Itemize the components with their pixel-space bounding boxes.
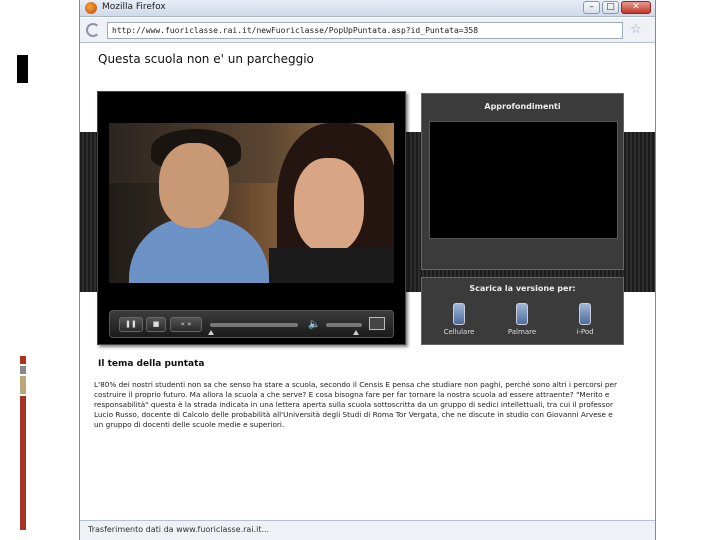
seek-bar[interactable] bbox=[210, 323, 298, 327]
maximize-button[interactable]: □ bbox=[602, 1, 619, 14]
approfondimenti-screen bbox=[429, 121, 618, 239]
download-ipod-button[interactable]: i-Pod bbox=[560, 303, 610, 336]
slide-accent-square bbox=[20, 356, 26, 364]
device-label: i-Pod bbox=[576, 328, 594, 336]
video-figure bbox=[159, 143, 229, 228]
navigation-bar: http://www.fuoriclasse.rai.it/newFuoricl… bbox=[80, 18, 655, 43]
player-controls: ❚❚ ■ « » 🔈 bbox=[109, 310, 394, 338]
video-figure bbox=[269, 248, 394, 283]
url-field[interactable]: http://www.fuoriclasse.rai.it/newFuoricl… bbox=[107, 22, 623, 39]
window-title: Mozilla Firefox bbox=[102, 2, 166, 12]
page-content: Questa scuola non e' un parcheggio ❚❚ ■ … bbox=[80, 44, 655, 520]
minimize-button[interactable]: – bbox=[583, 1, 600, 14]
browser-window: Mozilla Firefox – □ ✕ http://www.fuoricl… bbox=[79, 0, 656, 540]
slide-accent-bar bbox=[20, 396, 26, 530]
cellphone-icon bbox=[453, 303, 465, 325]
video-player: ❚❚ ■ « » 🔈 bbox=[97, 91, 406, 345]
slide-accent-square bbox=[20, 376, 26, 394]
device-label: Cellulare bbox=[443, 328, 475, 336]
title-bar: Mozilla Firefox – □ ✕ bbox=[80, 0, 655, 17]
download-palmare-button[interactable]: Palmare bbox=[497, 303, 547, 336]
close-button[interactable]: ✕ bbox=[621, 1, 651, 14]
seek-handle[interactable] bbox=[208, 330, 214, 335]
status-bar: Trasferimento dati da www.fuoriclasse.ra… bbox=[80, 520, 655, 540]
reload-icon[interactable] bbox=[86, 23, 100, 37]
fullscreen-icon[interactable] bbox=[369, 317, 385, 330]
pda-icon bbox=[516, 303, 528, 325]
bookmark-star-icon[interactable]: ☆ bbox=[630, 22, 642, 37]
volume-handle[interactable] bbox=[353, 330, 359, 335]
episode-description: L'80% dei nostri studenti non sa che sen… bbox=[94, 380, 618, 429]
approfondimenti-panel: Approfondimenti bbox=[421, 93, 624, 270]
pause-button[interactable]: ❚❚ bbox=[119, 317, 143, 332]
skip-button[interactable]: « » bbox=[170, 317, 202, 332]
video-frame[interactable] bbox=[109, 123, 394, 283]
stop-button[interactable]: ■ bbox=[146, 317, 166, 332]
download-title: Scarica la versione per: bbox=[469, 284, 576, 293]
device-label: Palmare bbox=[507, 328, 537, 336]
video-figure bbox=[294, 158, 364, 253]
download-cellulare-button[interactable]: Cellulare bbox=[434, 303, 484, 336]
slide-accent-square bbox=[20, 366, 26, 374]
panel-title: Approfondimenti bbox=[484, 102, 561, 111]
ipod-icon bbox=[579, 303, 591, 325]
volume-icon[interactable]: 🔈 bbox=[308, 318, 320, 331]
section-title: Il tema della puntata bbox=[98, 359, 205, 369]
firefox-icon bbox=[85, 2, 97, 14]
page-title: Questa scuola non e' un parcheggio bbox=[98, 52, 314, 66]
volume-slider[interactable] bbox=[326, 323, 362, 327]
download-panel: Scarica la versione per: Cellulare Palma… bbox=[421, 277, 624, 345]
slide-accent-block bbox=[17, 55, 28, 83]
status-text: Trasferimento dati da www.fuoriclasse.ra… bbox=[88, 525, 270, 534]
